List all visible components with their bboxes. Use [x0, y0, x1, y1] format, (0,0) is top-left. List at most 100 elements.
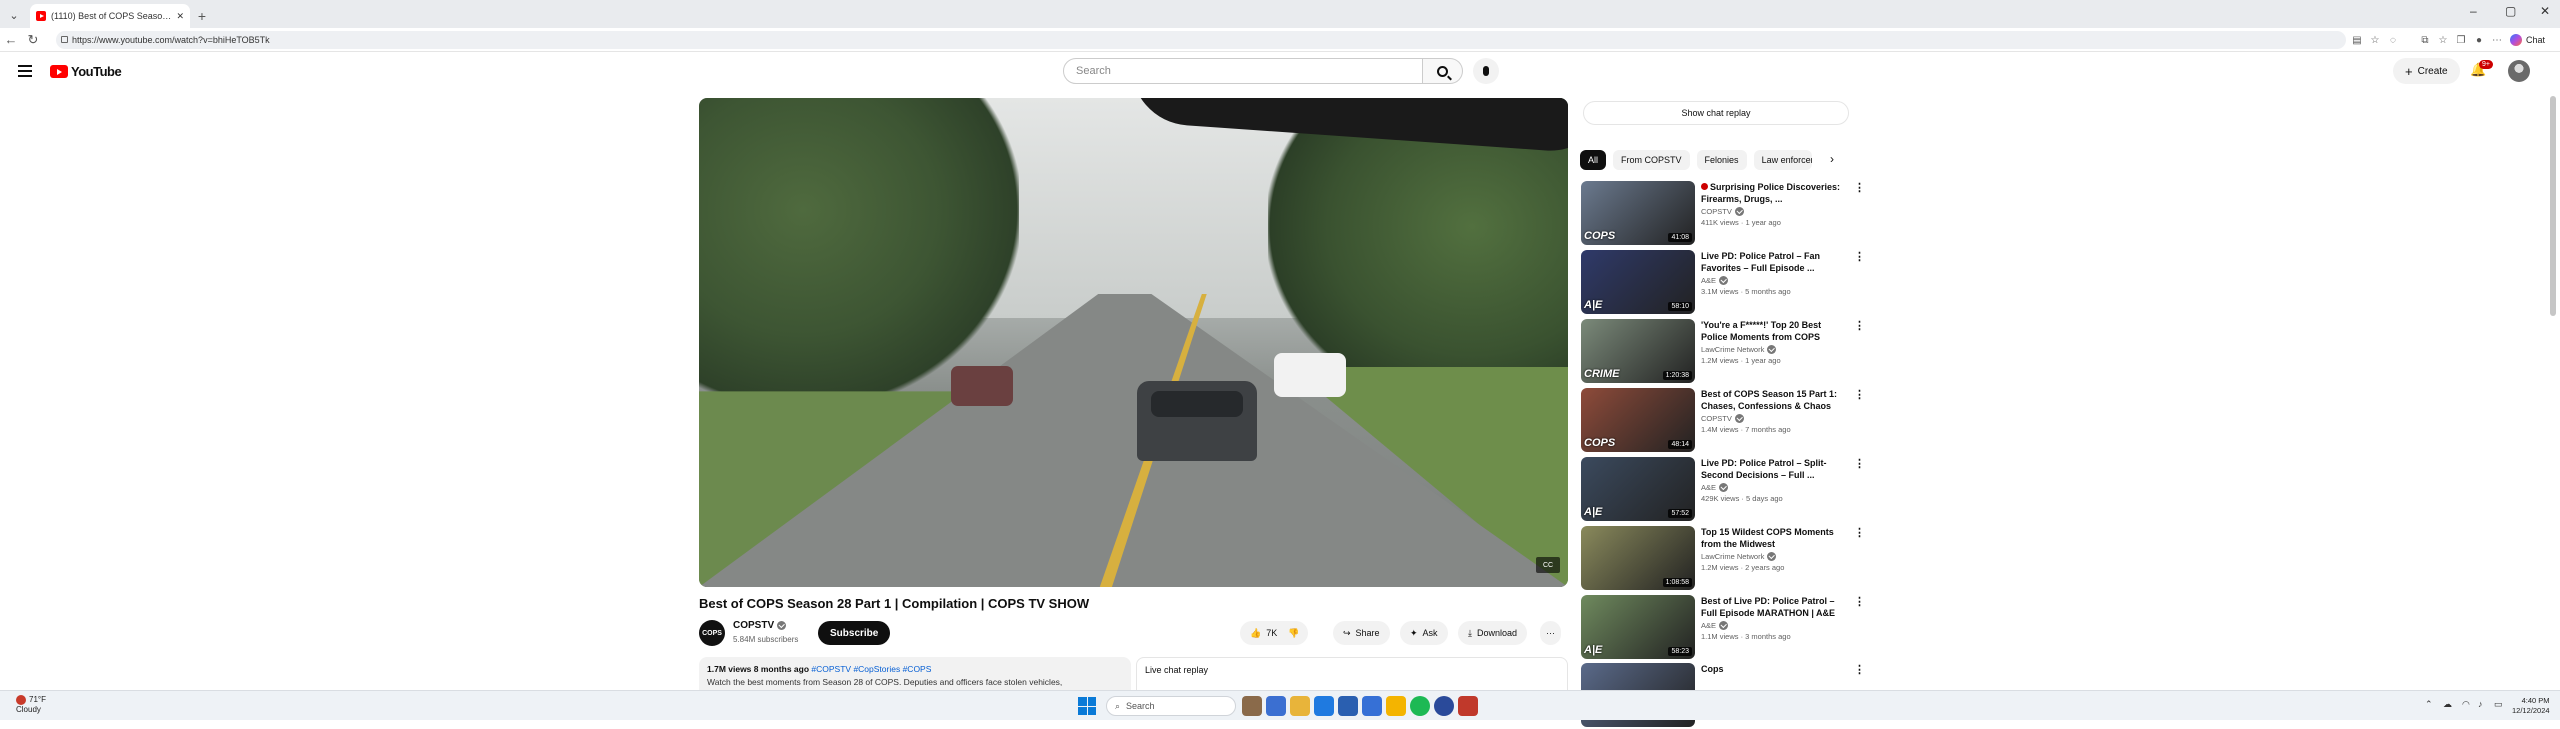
- video-thumbnail[interactable]: COPS 48:14: [1581, 388, 1695, 452]
- profile-icon[interactable]: ●: [2472, 33, 2486, 47]
- create-button[interactable]: + Create: [2393, 58, 2460, 84]
- video-thumbnail[interactable]: 1:08:58: [1581, 526, 1695, 590]
- channel-avatar[interactable]: COPS: [699, 620, 725, 646]
- recommendation-title[interactable]: Cops: [1701, 663, 1841, 687]
- video-thumbnail[interactable]: CRIME 1:20:38: [1581, 319, 1695, 383]
- recommendation-card[interactable]: CRIME 1:20:38 'You're a F*****!' Top 20 Be…: [1581, 319, 1871, 385]
- maximize-button[interactable]: ▢: [2505, 4, 2516, 18]
- more-vert-icon[interactable]: ⋮: [1854, 457, 1865, 470]
- account-avatar[interactable]: [2508, 60, 2530, 82]
- close-window-button[interactable]: ✕: [2540, 4, 2550, 18]
- reader-icon[interactable]: ▤: [2350, 33, 2364, 47]
- chrome-icon[interactable]: [1386, 696, 1406, 716]
- video-thumbnail[interactable]: A|E 58:23: [1581, 595, 1695, 659]
- recommendation-title[interactable]: Live PD: Police Patrol – Split-Second De…: [1701, 457, 1841, 481]
- recommendation-channel[interactable]: COPSTV: [1701, 414, 1841, 423]
- chip-law-enforcement[interactable]: Law enforcement: [1753, 150, 1812, 170]
- chevron-right-icon[interactable]: ›: [1830, 152, 1834, 166]
- recommendation-card[interactable]: A|E 58:23 Best of Live PD: Police Patrol –…: [1581, 595, 1871, 661]
- system-clock[interactable]: 4:40 PM 12/12/2024: [2512, 696, 2550, 716]
- windows-start-icon[interactable]: [1078, 697, 1096, 715]
- task-view-icon[interactable]: [1242, 696, 1262, 716]
- browser-tab[interactable]: (1110) Best of COPS Season 28 Part 1 ✕: [30, 4, 190, 28]
- teams-icon[interactable]: [1362, 696, 1382, 716]
- new-tab-button[interactable]: +: [190, 4, 214, 28]
- like-icon[interactable]: 👍: [1250, 628, 1261, 639]
- dislike-icon[interactable]: 👎: [1288, 628, 1299, 639]
- recommendation-channel[interactable]: LawCrime Network: [1701, 345, 1841, 354]
- reload-icon[interactable]: ↻: [22, 29, 44, 51]
- recommendation-card[interactable]: A|E 58:10 Live PD: Police Patrol – Fan Fav…: [1581, 250, 1871, 316]
- browser-app-icon[interactable]: [1458, 696, 1478, 716]
- battery-icon[interactable]: ▭: [2494, 699, 2503, 710]
- youtube-logo[interactable]: YouTube: [50, 64, 122, 79]
- captions-icon[interactable]: CC: [1536, 557, 1560, 573]
- chip-from-copstv[interactable]: From COPSTV: [1613, 150, 1690, 170]
- more-actions-button[interactable]: ···: [1540, 621, 1561, 645]
- download-button[interactable]: ⤓ Download: [1458, 621, 1528, 645]
- search-button[interactable]: [1423, 58, 1463, 84]
- more-vert-icon[interactable]: ⋮: [1854, 181, 1865, 194]
- favorite-star-icon[interactable]: ☆: [2368, 33, 2382, 47]
- video-thumbnail[interactable]: A|E 58:10: [1581, 250, 1695, 314]
- page-scrollbar[interactable]: [2550, 96, 2556, 316]
- recommendation-card[interactable]: 1:08:58 Top 15 Wildest COPS Moments from …: [1581, 526, 1871, 592]
- recommendation-title[interactable]: Top 15 Wildest COPS Moments from the Mid…: [1701, 526, 1841, 550]
- copilot-taskbar-icon[interactable]: [1266, 696, 1286, 716]
- wifi-icon[interactable]: ◠: [2462, 699, 2470, 710]
- recommendation-channel[interactable]: LawCrime Network: [1701, 552, 1841, 561]
- recommendation-channel[interactable]: A&E: [1701, 276, 1841, 285]
- cloud-icon[interactable]: ☁: [2443, 699, 2452, 710]
- file-explorer-icon[interactable]: [1290, 696, 1310, 716]
- channel-name-link[interactable]: COPSTV: [733, 620, 787, 631]
- refresh-icon[interactable]: ◌: [2386, 33, 2400, 47]
- favorites-icon[interactable]: ☆: [2436, 33, 2450, 47]
- copilot-chat-button[interactable]: Chat: [2510, 30, 2545, 50]
- chip-all[interactable]: All: [1580, 150, 1607, 170]
- recommendation-card[interactable]: COPS 48:14 Best of COPS Season 15 Part 1: …: [1581, 388, 1871, 454]
- recommendation-channel[interactable]: A&E: [1701, 483, 1841, 492]
- recommendation-channel[interactable]: A&E: [1701, 621, 1841, 630]
- tab-close-icon[interactable]: ✕: [176, 11, 184, 22]
- hashtags[interactable]: #COPSTV #CopStories #COPS: [811, 664, 931, 674]
- recommendation-title[interactable]: Live PD: Police Patrol – Fan Favorites –…: [1701, 250, 1841, 274]
- settings-more-icon[interactable]: ⋯: [2490, 33, 2504, 47]
- more-vert-icon[interactable]: ⋮: [1854, 388, 1865, 401]
- volume-icon[interactable]: ♪: [2478, 699, 2483, 709]
- recommendation-channel[interactable]: COPSTV: [1701, 207, 1841, 216]
- recommendation-card[interactable]: COPS 41:08 Surprising Police Discoveries: …: [1581, 181, 1871, 247]
- weather-widget[interactable]: 71°F Cloudy: [16, 695, 46, 715]
- more-vert-icon[interactable]: ⋮: [1854, 250, 1865, 263]
- chip-felonies[interactable]: Felonies: [1696, 150, 1747, 170]
- extensions-icon[interactable]: ⧉: [2418, 33, 2432, 47]
- spotify-icon[interactable]: [1410, 696, 1430, 716]
- menu-icon[interactable]: [18, 65, 32, 77]
- back-icon[interactable]: ←: [0, 29, 22, 51]
- recommendation-title[interactable]: Best of COPS Season 15 Part 1: Chases, C…: [1701, 388, 1841, 412]
- collections-icon[interactable]: ❐: [2454, 33, 2468, 47]
- video-thumbnail[interactable]: COPS 41:08: [1581, 181, 1695, 245]
- recommendation-title[interactable]: 'You're a F*****!' Top 20 Best Police Mo…: [1701, 319, 1841, 343]
- share-button[interactable]: ↪ Share: [1333, 621, 1390, 645]
- minimize-button[interactable]: –: [2470, 4, 2477, 18]
- app-icon[interactable]: [1434, 696, 1454, 716]
- more-vert-icon[interactable]: ⋮: [1854, 663, 1865, 676]
- ask-button[interactable]: ✦ Ask: [1400, 621, 1448, 645]
- recommendation-title[interactable]: Surprising Police Discoveries: Firearms,…: [1701, 181, 1841, 205]
- edge-taskbar-icon[interactable]: [1314, 696, 1334, 716]
- search-input[interactable]: Search: [1063, 58, 1423, 84]
- tab-actions-icon[interactable]: ⌄: [0, 2, 28, 28]
- show-chat-replay-button[interactable]: Show chat replay: [1583, 101, 1849, 125]
- video-player[interactable]: CC: [699, 98, 1568, 587]
- address-bar[interactable]: https://www.youtube.com/watch?v=bhiHeTOB…: [56, 31, 2346, 49]
- more-vert-icon[interactable]: ⋮: [1854, 526, 1865, 539]
- recommendation-card[interactable]: A|E 57:52 Live PD: Police Patrol – Split-S…: [1581, 457, 1871, 523]
- more-vert-icon[interactable]: ⋮: [1854, 595, 1865, 608]
- taskbar-search[interactable]: ⌕ Search: [1106, 696, 1236, 716]
- more-vert-icon[interactable]: ⋮: [1854, 319, 1865, 332]
- recommendation-title[interactable]: Best of Live PD: Police Patrol – Full Ep…: [1701, 595, 1841, 619]
- voice-search-button[interactable]: [1473, 58, 1499, 84]
- subscribe-button[interactable]: Subscribe: [818, 621, 891, 645]
- video-thumbnail[interactable]: A|E 57:52: [1581, 457, 1695, 521]
- tray-chevron-icon[interactable]: ⌃: [2425, 699, 2433, 710]
